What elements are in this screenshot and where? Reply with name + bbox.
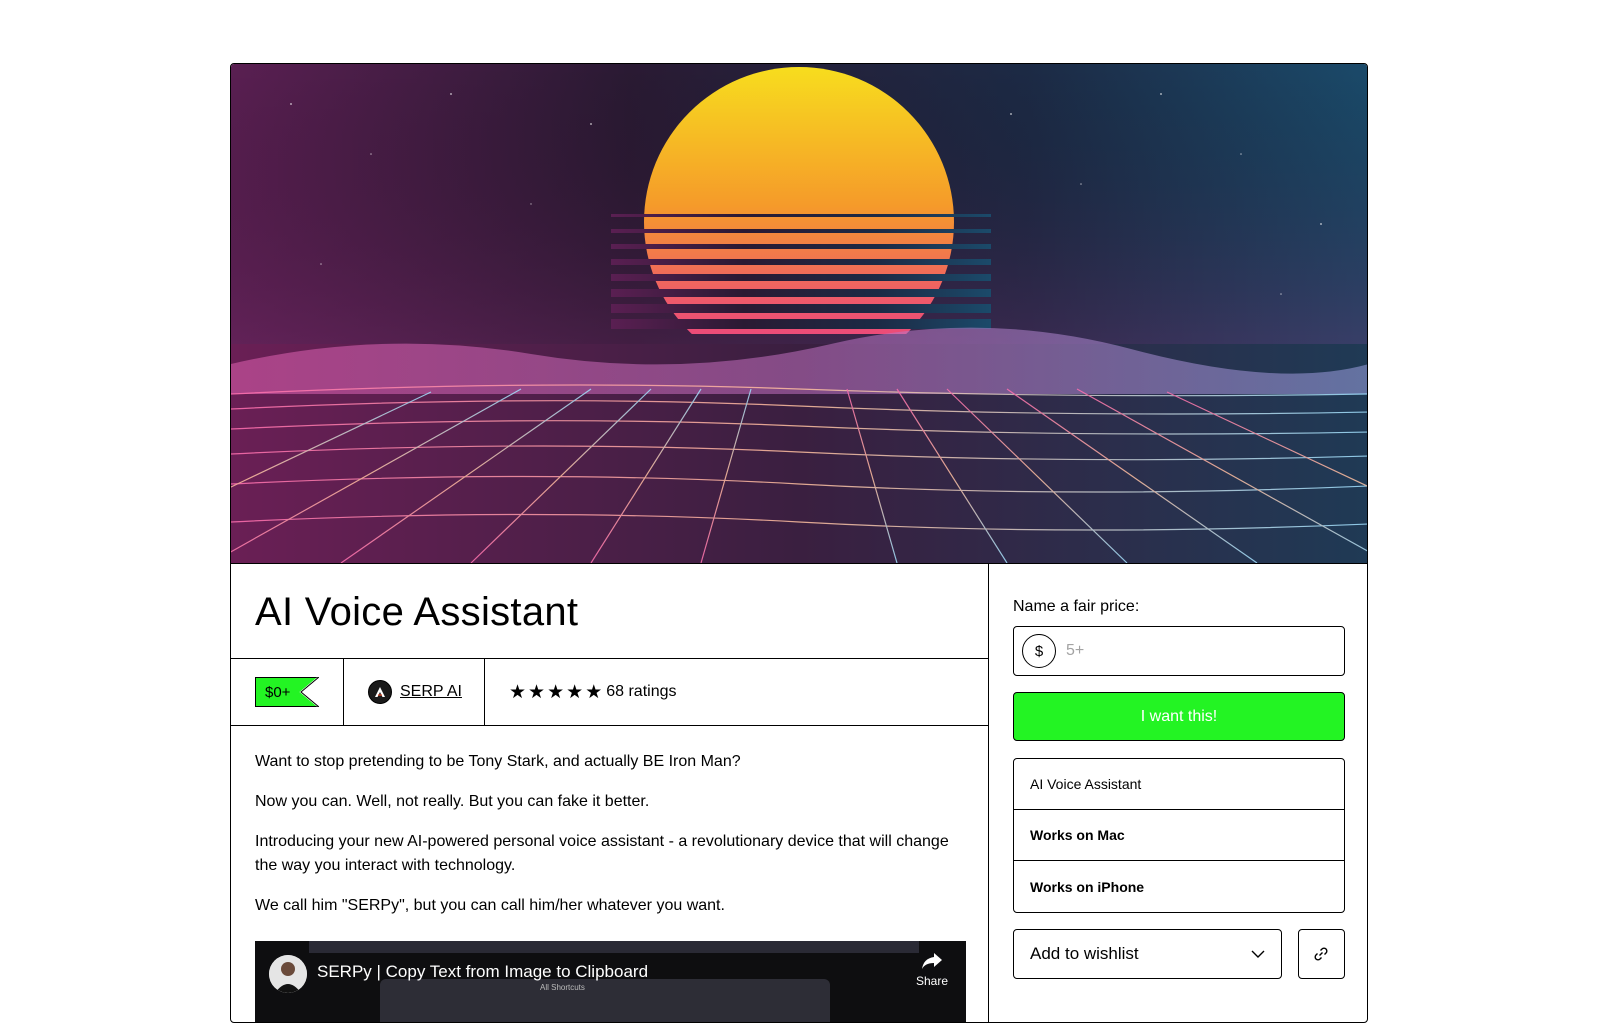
product-description: Want to stop pretending to be Tony Stark…	[231, 726, 988, 918]
copy-link-button[interactable]	[1297, 929, 1345, 979]
star-icon: ★	[528, 681, 546, 703]
star-icon: ★	[585, 681, 603, 703]
title-row: AI Voice Assistant	[231, 564, 988, 659]
description-paragraph: Introducing your new AI-powered personal…	[255, 833, 949, 874]
rating-count[interactable]: 68 ratings	[606, 683, 676, 701]
product-title: AI Voice Assistant	[255, 590, 579, 634]
video-window-title: All Shortcuts	[540, 983, 585, 992]
channel-avatar-icon	[269, 955, 307, 993]
wishlist-label: Add to wishlist	[1030, 944, 1139, 963]
star-icon: ★	[566, 681, 584, 703]
seller-link[interactable]: SERP AI	[400, 683, 462, 701]
price-badge: $0+	[255, 677, 319, 707]
price-badge-outline	[300, 677, 319, 707]
price-cell: $0+	[231, 659, 344, 725]
description-paragraph: Want to stop pretending to be Tony Stark…	[255, 753, 741, 770]
video-embed[interactable]: All Shortcuts SERPy | Copy Text from Ima…	[255, 941, 966, 1022]
secondary-actions: Add to wishlist	[1013, 929, 1345, 979]
video-title[interactable]: SERPy | Copy Text from Image to Clipboar…	[317, 962, 648, 982]
description-paragraph: We call him "SERPy", but you can call hi…	[255, 897, 725, 914]
rating-stars: ★ ★ ★ ★ ★	[509, 683, 602, 702]
product-card: AI Voice Assistant $0+ SERP AI ★ ★ ★ ★ ★…	[230, 63, 1368, 1023]
video-frame-window: All Shortcuts	[380, 979, 830, 1022]
price-input[interactable]	[1064, 641, 1308, 661]
info-row-mac: Works on Mac	[1014, 810, 1344, 861]
link-icon	[1314, 947, 1328, 961]
wishlist-button[interactable]: Add to wishlist	[1013, 929, 1282, 979]
chevron-down-icon	[1251, 950, 1265, 958]
cover-image	[231, 64, 1367, 564]
video-frame-menubar	[309, 941, 919, 953]
price-input-box[interactable]: $	[1013, 626, 1345, 676]
product-info-box: AI Voice Assistant Works on Mac Works on…	[1013, 758, 1345, 913]
price-label: Name a fair price:	[1013, 598, 1140, 615]
star-icon: ★	[547, 681, 565, 703]
star-icon: ★	[509, 681, 527, 703]
info-row-product: AI Voice Assistant	[1014, 759, 1344, 810]
share-label: Share	[915, 974, 949, 988]
video-share-button[interactable]: Share	[912, 951, 952, 988]
meta-row: $0+ SERP AI ★ ★ ★ ★ ★ 68 ratings	[231, 659, 988, 726]
product-details: AI Voice Assistant $0+ SERP AI ★ ★ ★ ★ ★…	[231, 564, 989, 1022]
share-icon	[922, 953, 942, 969]
purchase-panel: Name a fair price: $ I want this! AI Voi…	[989, 564, 1367, 1022]
description-paragraph: Now you can. Well, not really. But you c…	[255, 793, 650, 810]
serp-logo-icon	[375, 687, 385, 697]
channel-avatar[interactable]	[269, 955, 307, 993]
currency-symbol: $	[1022, 634, 1056, 668]
info-row-iphone: Works on iPhone	[1030, 878, 1145, 895]
seller-cell[interactable]: SERP AI	[344, 659, 485, 725]
seller-avatar[interactable]	[368, 680, 392, 704]
buy-button[interactable]: I want this!	[1013, 692, 1345, 741]
rating-cell[interactable]: ★ ★ ★ ★ ★ 68 ratings	[485, 659, 677, 725]
